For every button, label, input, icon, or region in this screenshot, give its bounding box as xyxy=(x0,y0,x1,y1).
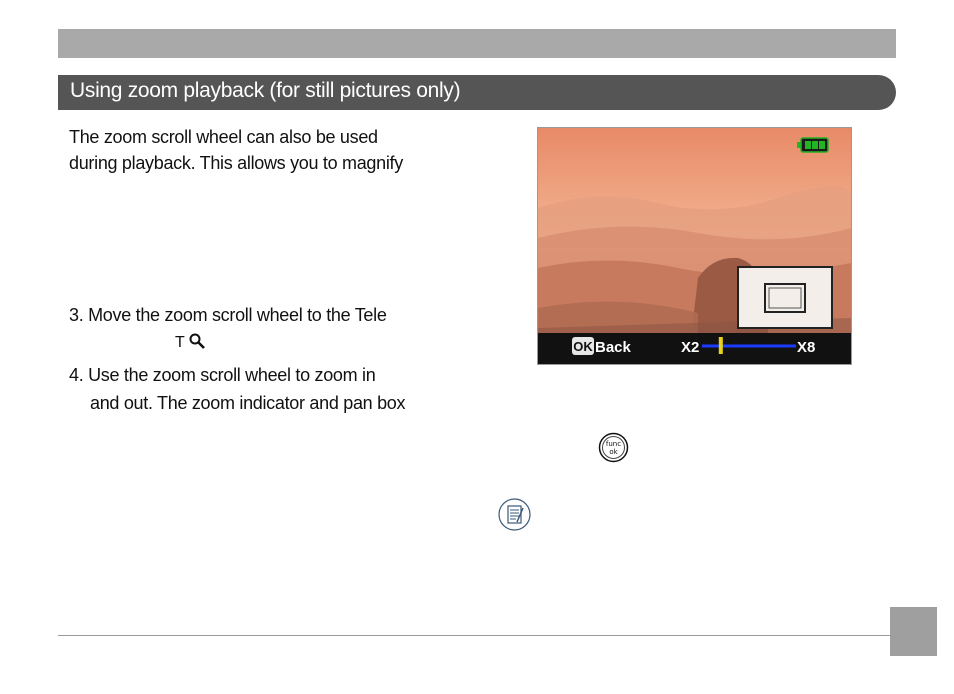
step-4-line-1: 4. Use the zoom scroll wheel to zoom in xyxy=(69,365,376,385)
tele-symbol: T xyxy=(175,330,206,356)
back-label: Back xyxy=(595,339,632,356)
magnifier-icon xyxy=(189,333,206,349)
header-bar xyxy=(58,29,896,58)
ok-label: OK xyxy=(573,339,593,354)
page-number-tab xyxy=(890,607,937,656)
func-label: func xyxy=(606,440,621,448)
intro-line-1: The zoom scroll wheel can also be used xyxy=(69,127,378,147)
pan-box xyxy=(737,266,833,329)
step-3-line-1: 3. Move the zoom scroll wheel to the Tel… xyxy=(69,305,387,325)
ok-small-label: ok xyxy=(609,448,618,456)
zoom-max-label: X8 xyxy=(797,339,815,356)
intro-line-2: during playback. This allows you to magn… xyxy=(69,153,403,173)
tele-label: T xyxy=(175,334,185,351)
note-icon xyxy=(498,498,531,531)
zoom-level-marker xyxy=(718,337,723,354)
battery-icon xyxy=(797,137,829,153)
section-title: Using zoom playback (for still pictures … xyxy=(70,79,461,102)
step-4-line-2: and out. The zoom indicator and pan box xyxy=(90,393,406,413)
ok-back-control: OK Back xyxy=(572,337,632,356)
section-banner: Using zoom playback (for still pictures … xyxy=(58,75,896,110)
footer-divider xyxy=(58,635,890,636)
func-ok-button-icon: func ok xyxy=(598,432,629,463)
camera-screen-photo: OK Back X2 X8 xyxy=(537,127,852,365)
zoom-min-label: X2 xyxy=(681,339,699,356)
